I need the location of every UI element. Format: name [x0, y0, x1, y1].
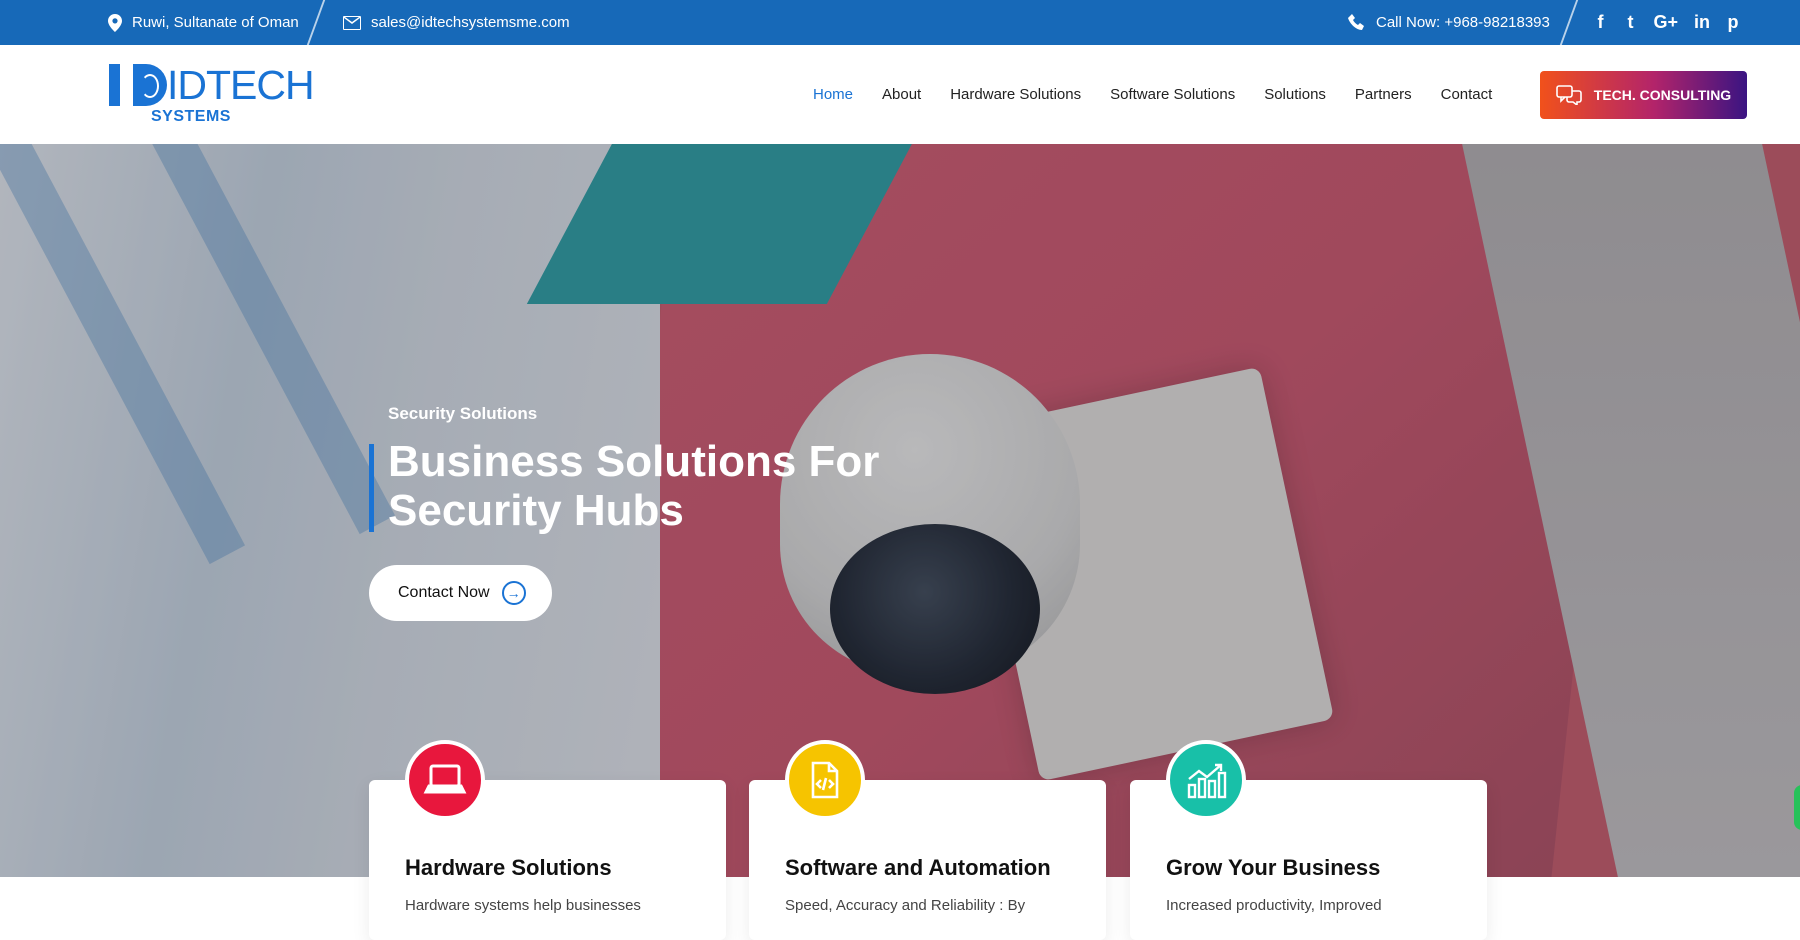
- phone-info[interactable]: Call Now: +968-98218393: [1348, 0, 1550, 45]
- contact-now-label: Contact Now: [398, 584, 490, 601]
- nav-contact[interactable]: Contact: [1441, 86, 1493, 103]
- main-nav: Home About Hardware Solutions Software S…: [813, 45, 1521, 144]
- card-description: Hardware systems help businesses: [405, 897, 641, 914]
- twitter-icon[interactable]: t: [1623, 12, 1637, 33]
- envelope-icon: [343, 15, 361, 30]
- social-links: f t G+ in p: [1593, 0, 1740, 45]
- nav-about[interactable]: About: [882, 86, 921, 103]
- laptop-icon: [405, 740, 485, 820]
- site-header: IDTECH SYSTEMS Home About Hardware Solut…: [0, 45, 1800, 144]
- nav-partners[interactable]: Partners: [1355, 86, 1412, 103]
- logo-tagline: SYSTEMS: [151, 108, 231, 125]
- site-logo[interactable]: IDTECH SYSTEMS: [109, 62, 315, 126]
- nav-hardware-solutions[interactable]: Hardware Solutions: [950, 86, 1081, 103]
- hero-section: Security Solutions Business Solutions Fo…: [0, 144, 1800, 877]
- divider: [306, 0, 326, 45]
- contact-now-button[interactable]: Contact Now →: [369, 565, 552, 621]
- nav-home[interactable]: Home: [813, 86, 853, 103]
- code-file-icon: [785, 740, 865, 820]
- card-title: Grow Your Business: [1166, 855, 1381, 880]
- card-description: Increased productivity, Improved: [1166, 897, 1382, 914]
- logo-brand: IDTECH: [167, 62, 315, 108]
- hero-title: Business Solutions For Security Hubs: [388, 437, 880, 535]
- facebook-icon[interactable]: f: [1593, 12, 1607, 33]
- nav-software-solutions[interactable]: Software Solutions: [1110, 86, 1235, 103]
- linkedin-icon[interactable]: in: [1694, 12, 1710, 33]
- feature-card-hardware[interactable]: Hardware Solutions Hardware systems help…: [369, 740, 726, 940]
- location-text: Ruwi, Sultanate of Oman: [132, 14, 299, 31]
- card-description: Speed, Accuracy and Reliability : By: [785, 897, 1026, 914]
- location-info: Ruwi, Sultanate of Oman: [108, 0, 299, 45]
- email-info[interactable]: sales@idtechsystemsme.com: [343, 0, 570, 45]
- phone-icon: [1348, 13, 1364, 30]
- feature-card-growth[interactable]: Grow Your Business Increased productivit…: [1130, 740, 1487, 940]
- fingerprint-icon: [133, 64, 167, 106]
- email-link[interactable]: sales@idtechsystemsme.com: [371, 14, 570, 31]
- card-title: Software and Automation: [785, 855, 1051, 880]
- pinterest-icon[interactable]: p: [1726, 12, 1740, 33]
- consult-label: TECH. CONSULTING: [1593, 87, 1732, 103]
- chart-growth-icon: [1166, 740, 1246, 820]
- hero-accent-bar: [369, 444, 374, 532]
- top-info-bar: Ruwi, Sultanate of Oman sales@idtechsyst…: [0, 0, 1800, 45]
- floating-chat-tab[interactable]: [1794, 785, 1800, 830]
- tech-consulting-button[interactable]: TECH. CONSULTING: [1540, 71, 1747, 119]
- logo-mark: [109, 64, 120, 106]
- phone-link[interactable]: Call Now: +968-98218393: [1376, 14, 1550, 31]
- arrow-right-icon: →: [501, 581, 526, 605]
- card-title: Hardware Solutions: [405, 855, 612, 880]
- google-plus-icon[interactable]: G+: [1653, 12, 1678, 33]
- map-pin-icon: [108, 13, 122, 32]
- feature-card-software[interactable]: Software and Automation Speed, Accuracy …: [749, 740, 1106, 940]
- divider: [1559, 0, 1579, 45]
- chat-bubbles-icon: [1555, 85, 1582, 105]
- hero-subtitle: Security Solutions: [388, 404, 538, 423]
- nav-solutions[interactable]: Solutions: [1264, 86, 1326, 103]
